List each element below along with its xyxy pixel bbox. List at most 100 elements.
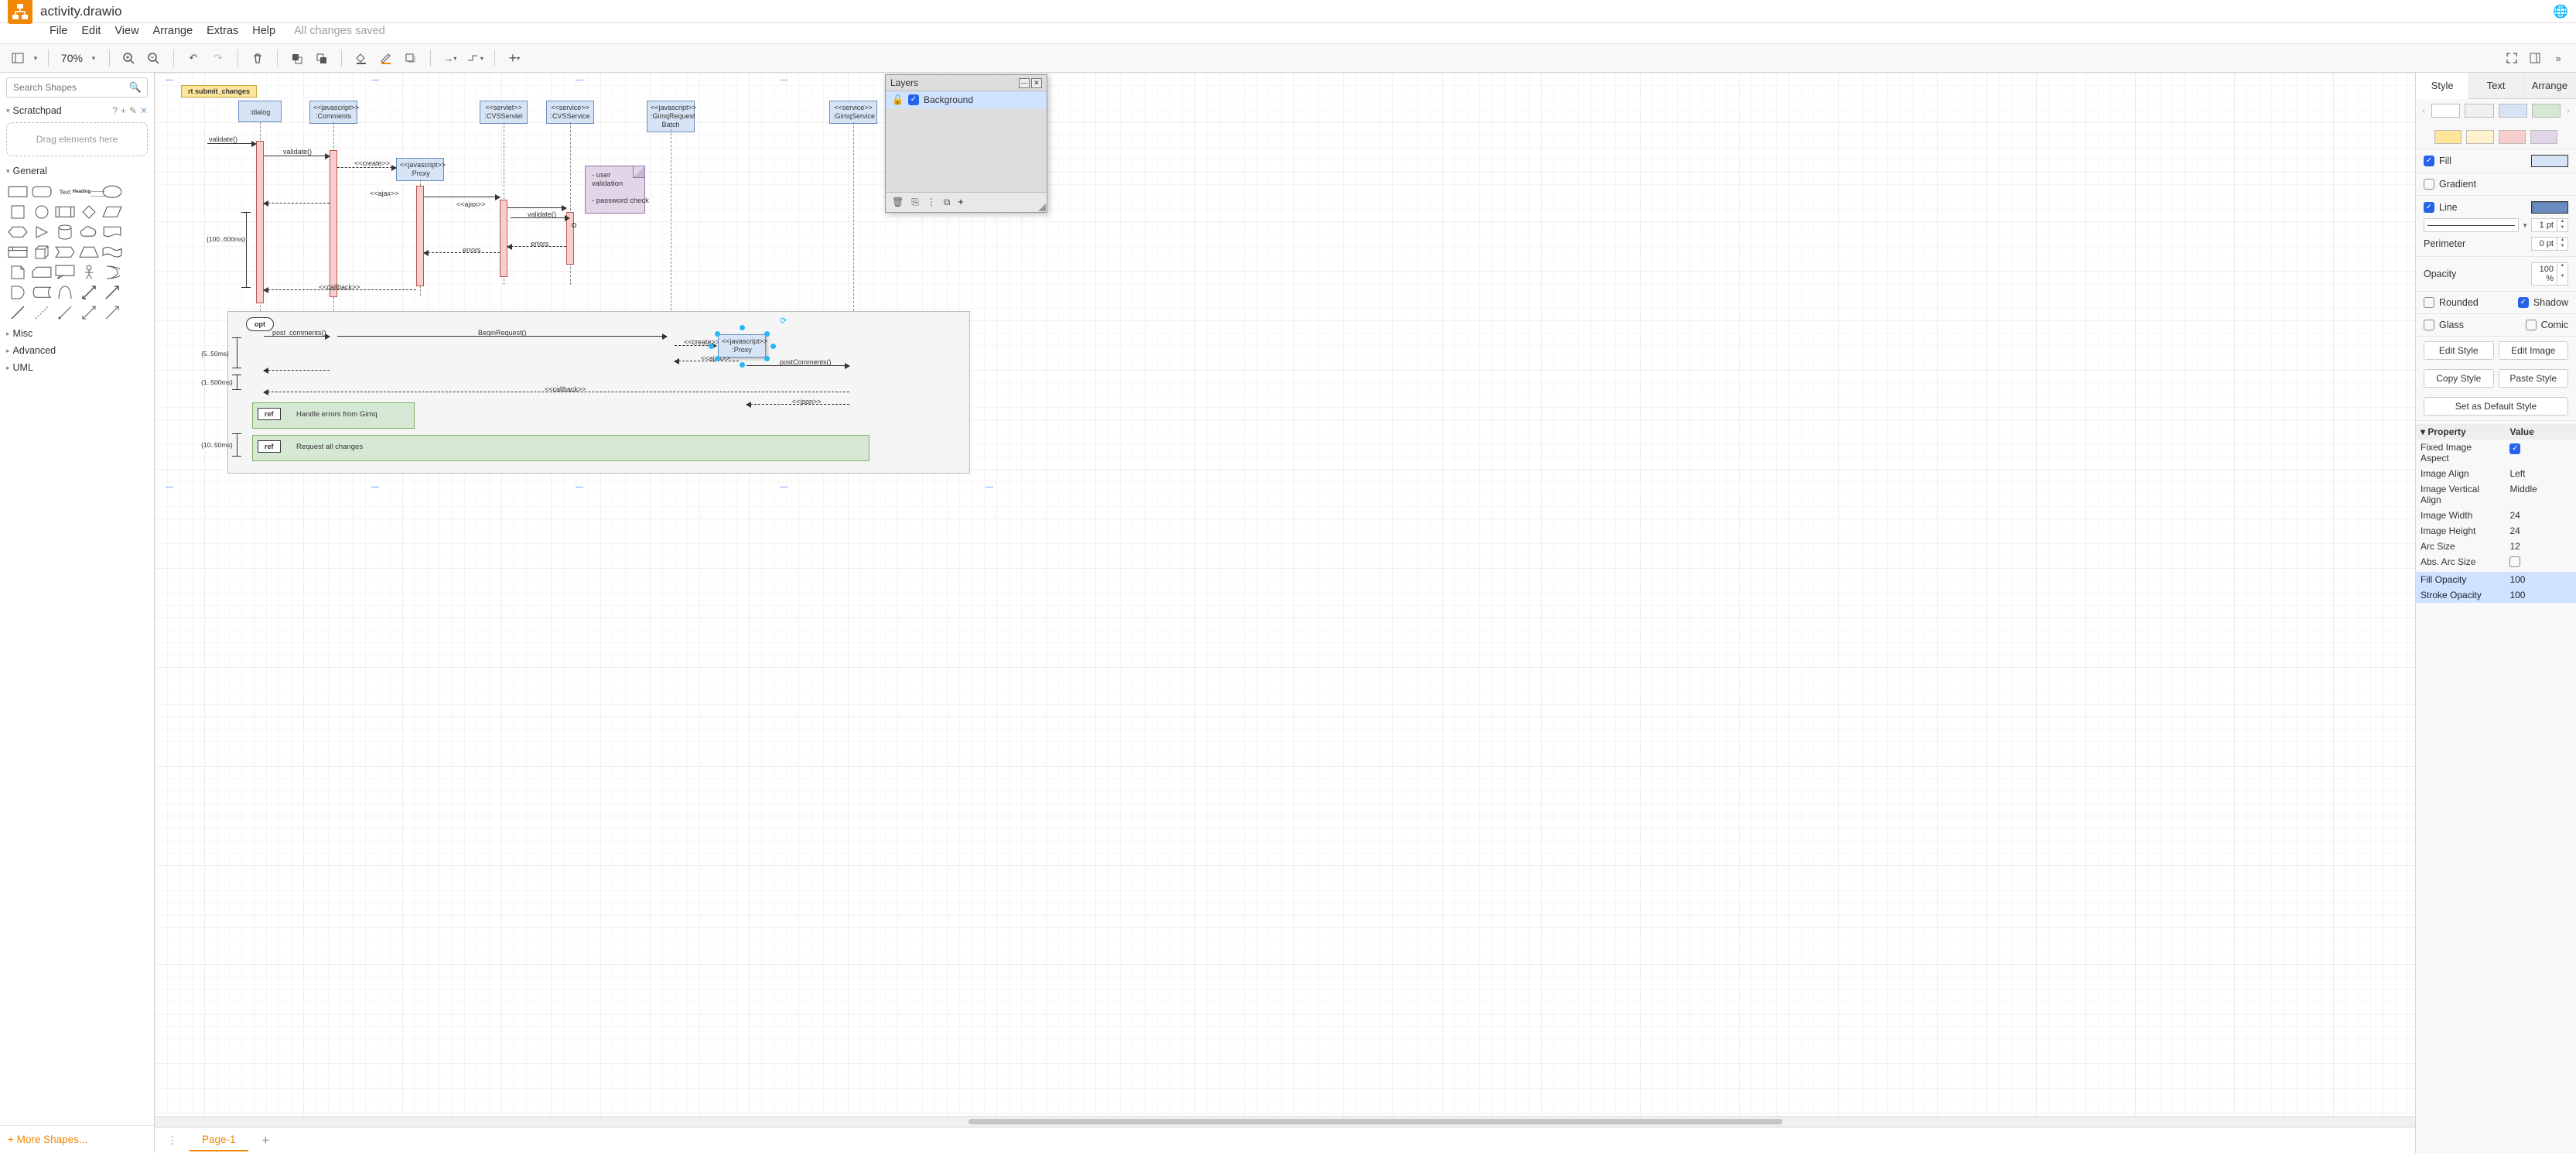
zoom-in-icon[interactable] — [119, 48, 139, 68]
uml-note[interactable]: - user validation - password check — [585, 166, 645, 214]
lifeline-cvsservice[interactable]: <<service>> :CVSService — [546, 101, 594, 124]
lock-icon[interactable]: 🔓 — [892, 94, 904, 105]
undo-icon[interactable]: ↶ — [183, 48, 203, 68]
line-color-icon[interactable] — [376, 48, 396, 68]
style-swatch[interactable] — [2499, 130, 2526, 144]
more-shapes-button[interactable]: + More Shapes... — [0, 1125, 154, 1153]
style-next-icon[interactable]: › — [2565, 105, 2571, 116]
layer-duplicate-icon[interactable]: ⧉ — [944, 197, 951, 208]
property-row[interactable]: Image Height24 — [2416, 523, 2576, 539]
category-uml[interactable]: ▸UML — [0, 359, 154, 376]
shape-ellipse[interactable] — [102, 184, 122, 200]
copy-style-button[interactable]: Copy Style — [2424, 369, 2494, 388]
category-advanced[interactable]: ▸Advanced — [0, 342, 154, 359]
shadow-icon[interactable] — [401, 48, 421, 68]
shape-square[interactable] — [8, 204, 28, 220]
tab-text[interactable]: Text — [2468, 73, 2522, 99]
file-title[interactable]: activity.drawio — [40, 4, 122, 19]
page-tab-1[interactable]: Page-1 — [190, 1129, 248, 1151]
lifeline-gimqservice[interactable]: <<service>> :GimqService — [829, 101, 877, 124]
shape-blank5[interactable] — [126, 265, 146, 280]
shape-document[interactable] — [102, 224, 122, 240]
category-general[interactable]: ▾General — [0, 163, 154, 180]
collapse-icon[interactable]: » — [2548, 48, 2568, 68]
selected-node-proxy[interactable]: <<javascript>> :Proxy — [718, 334, 766, 358]
delete-icon[interactable] — [248, 48, 268, 68]
comic-checkbox[interactable] — [2526, 320, 2537, 330]
shadow-checkbox[interactable] — [2518, 297, 2529, 308]
lifeline-dialog[interactable]: :dialog — [238, 101, 282, 122]
activation[interactable] — [256, 141, 264, 303]
fill-color-icon[interactable] — [351, 48, 371, 68]
shape-parallelogram[interactable] — [102, 204, 122, 220]
fullscreen-icon[interactable] — [2502, 48, 2522, 68]
format-panel-icon[interactable] — [2525, 48, 2545, 68]
shape-callout[interactable] — [55, 265, 75, 280]
layers-close-icon[interactable]: ✕ — [1031, 78, 1042, 88]
shape-arrow2[interactable] — [102, 305, 122, 320]
zoom-out-icon[interactable] — [144, 48, 164, 68]
property-row[interactable]: Arc Size12 — [2416, 539, 2576, 554]
insert-icon[interactable]: +▾ — [504, 48, 524, 68]
layer-export-icon[interactable]: ⎘ — [911, 197, 919, 208]
layer-add-icon[interactable]: + — [958, 197, 963, 208]
rotate-handle-icon[interactable]: ⟳ — [780, 316, 789, 325]
scratchpad-add-icon[interactable]: + — [121, 105, 126, 116]
glass-checkbox[interactable] — [2424, 320, 2434, 330]
shape-internal[interactable] — [8, 245, 28, 260]
shape-or[interactable] — [102, 265, 122, 280]
style-swatch[interactable] — [2466, 130, 2493, 144]
line-style-select[interactable] — [2424, 218, 2519, 232]
scratchpad-close-icon[interactable]: ✕ — [140, 105, 148, 116]
menu-extras[interactable]: Extras — [207, 25, 238, 37]
default-style-button[interactable]: Set as Default Style — [2424, 397, 2568, 416]
line-width-input[interactable]: 1 pt▲▼ — [2531, 218, 2568, 232]
fill-checkbox[interactable] — [2424, 156, 2434, 166]
shape-process[interactable] — [55, 204, 75, 220]
menu-file[interactable]: File — [50, 25, 67, 37]
paste-style-button[interactable]: Paste Style — [2499, 369, 2569, 388]
scratchpad-edit-icon[interactable]: ✎ — [129, 105, 137, 116]
property-row[interactable]: Abs. Arc Size — [2416, 554, 2576, 572]
search-icon[interactable]: 🔍 — [129, 81, 142, 94]
menu-view[interactable]: View — [114, 25, 138, 37]
shape-curve[interactable] — [55, 285, 75, 300]
menu-edit[interactable]: Edit — [81, 25, 101, 37]
menu-help[interactable]: Help — [252, 25, 275, 37]
opt-label[interactable]: opt — [246, 317, 274, 331]
fragment-label[interactable]: rt submit_changes — [181, 85, 257, 98]
view-mode-button[interactable] — [8, 48, 28, 68]
language-icon[interactable]: 🌐 — [2553, 4, 2568, 19]
shape-circle[interactable] — [32, 204, 52, 220]
style-prev-icon[interactable]: ‹ — [2421, 105, 2427, 116]
shape-actor[interactable] — [79, 265, 99, 280]
to-front-icon[interactable] — [287, 48, 307, 68]
shape-biarrow[interactable] — [79, 285, 99, 300]
property-row[interactable]: Fixed Image Aspect — [2416, 440, 2576, 466]
tab-style[interactable]: Style — [2416, 73, 2468, 99]
property-row[interactable]: Image Vertical AlignMiddle — [2416, 481, 2576, 508]
shape-biarrow2[interactable] — [79, 305, 99, 320]
layer-delete-icon[interactable]: 🗑 — [892, 197, 904, 208]
line-checkbox[interactable] — [2424, 202, 2434, 213]
shape-arrow[interactable] — [102, 285, 122, 300]
pages-menu-icon[interactable]: ⋮ — [161, 1134, 183, 1147]
shape-cylinder[interactable] — [55, 224, 75, 240]
edit-image-button[interactable]: Edit Image — [2499, 341, 2569, 360]
shape-hexagon[interactable] — [8, 224, 28, 240]
edit-style-button[interactable]: Edit Style — [2424, 341, 2494, 360]
style-swatch[interactable] — [2434, 130, 2462, 144]
category-misc[interactable]: ▸Misc — [0, 325, 154, 342]
scratchpad-help-icon[interactable]: ? — [112, 105, 118, 116]
shape-dashline[interactable] — [32, 305, 52, 320]
lifeline-comments[interactable]: <<javascript>> :Comments — [309, 101, 357, 124]
horizontal-scrollbar[interactable] — [155, 1116, 2415, 1127]
diagram-canvas[interactable]: — — — — — — — — — — rt submit_changes :d… — [155, 73, 2415, 1116]
connection-icon[interactable]: →▾ — [440, 48, 460, 68]
shape-diamond[interactable] — [79, 204, 99, 220]
lifeline-proxy1[interactable]: <<javascript>> :Proxy — [396, 158, 444, 181]
style-swatch[interactable] — [2499, 104, 2527, 118]
opacity-input[interactable]: 100 %▲▼ — [2531, 262, 2568, 286]
style-swatch[interactable] — [2465, 104, 2493, 118]
shape-textbox[interactable]: Heading—————— — [79, 184, 99, 200]
